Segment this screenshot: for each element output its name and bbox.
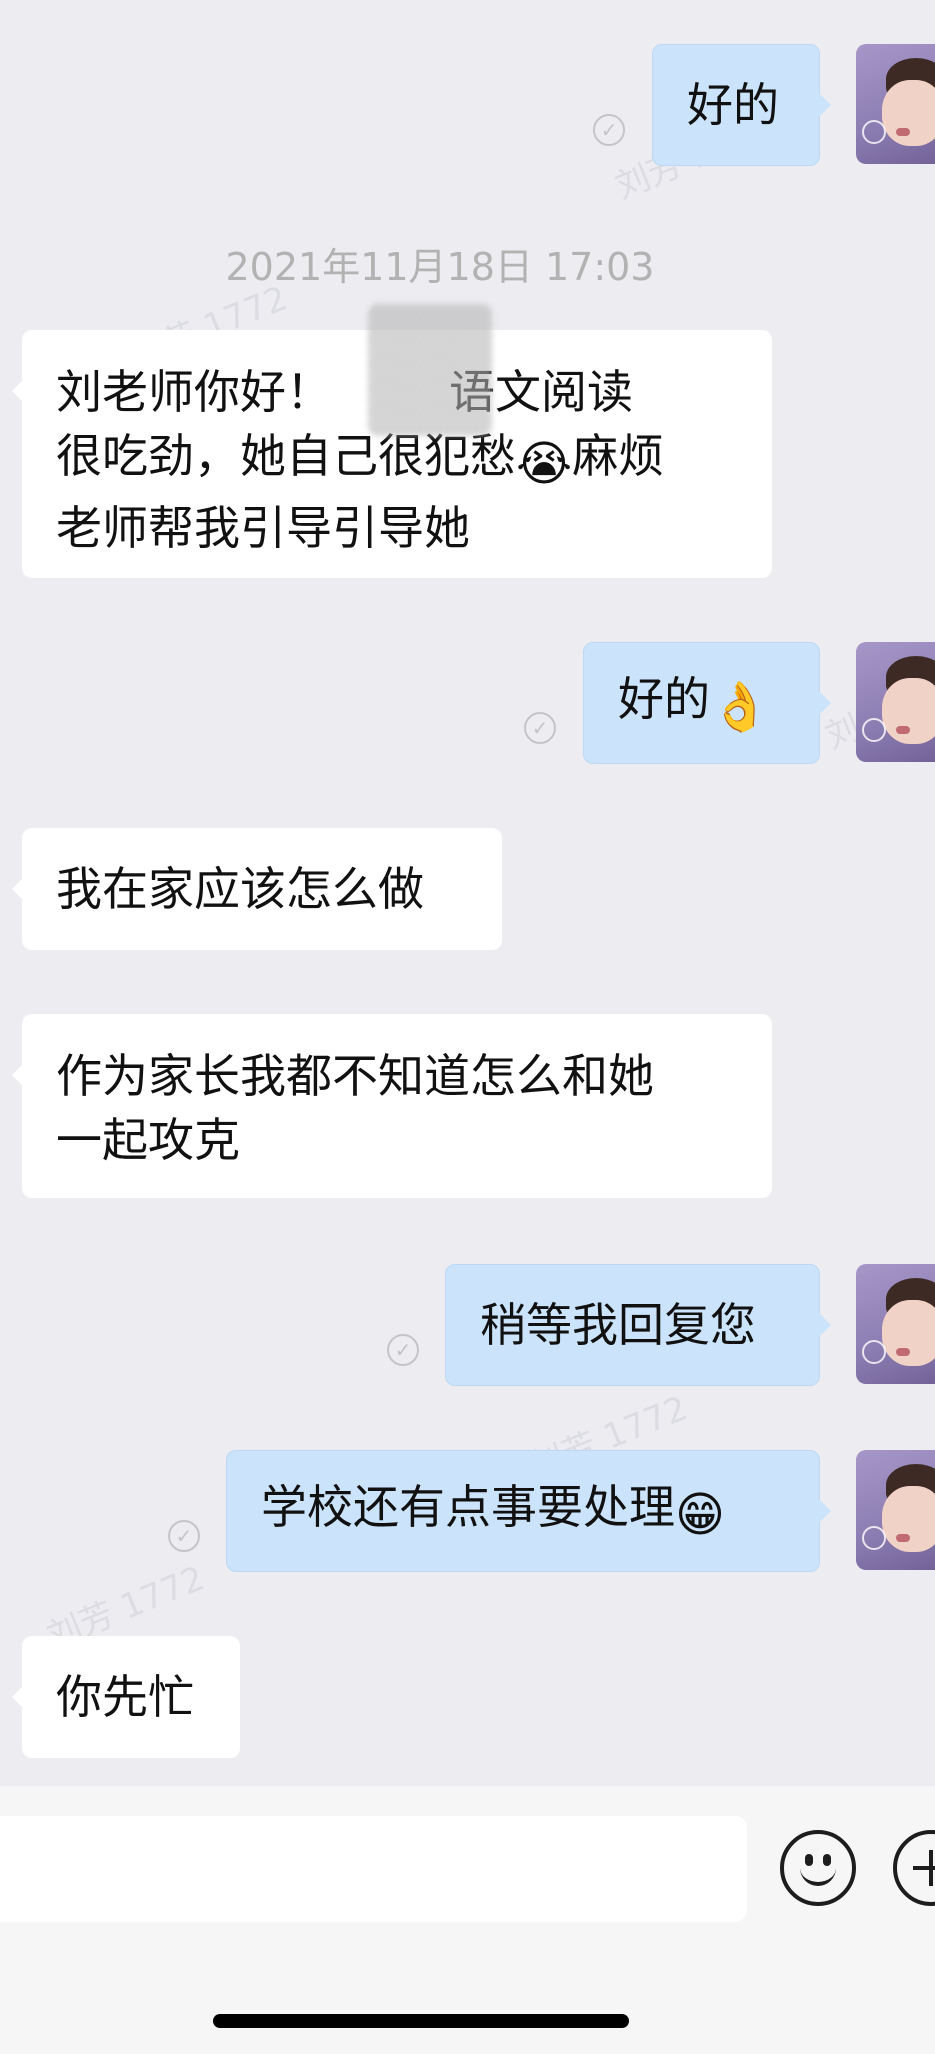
timestamp: 2021年11月18日 17:03 [225, 245, 655, 289]
message-text: 刘老师你好！ 语文阅读 很吃劲，她自己很犯愁😭麻烦 老师帮我引导引导她 [56, 365, 665, 555]
message-bubble-incoming[interactable]: 你先忙 [12, 1636, 240, 1758]
message-input[interactable] [0, 1816, 747, 1922]
avatar[interactable] [856, 44, 935, 164]
message-text: 我在家应该怎么做 [56, 862, 424, 916]
message-bubble-incoming[interactable]: 作为家长我都不知道怎么和她 一起攻克 [12, 1014, 772, 1198]
grinning-emoji-icon: 😁 [675, 1487, 726, 1543]
message-bubble-outgoing[interactable]: 好的 [652, 44, 831, 166]
avatar[interactable] [856, 642, 935, 762]
message-text: 好的👌 [618, 667, 770, 739]
smiley-face-icon[interactable] [780, 1830, 856, 1906]
read-check-icon: ✓ [524, 712, 556, 744]
message-text: 学校还有点事要处理😁 [261, 1475, 725, 1547]
read-check-icon: ✓ [168, 1520, 200, 1552]
message-text: 稍等我回复您 [480, 1298, 756, 1352]
message-bubble-incoming[interactable]: 我在家应该怎么做 [12, 828, 502, 950]
ok-hand-emoji-icon: 👌 [710, 679, 770, 735]
redacted-blur [368, 304, 492, 436]
avatar[interactable] [856, 1264, 935, 1384]
avatar[interactable] [856, 1450, 935, 1570]
crying-emoji-icon: 😭 [516, 436, 573, 492]
message-bubble-outgoing[interactable]: 好的👌 [583, 642, 831, 764]
plus-circle-icon[interactable] [893, 1830, 935, 1906]
message-bubble-outgoing[interactable]: 学校还有点事要处理😁 [226, 1450, 831, 1572]
message-text: 你先忙 [56, 1670, 194, 1724]
read-check-icon: ✓ [593, 114, 625, 146]
message-text: 好的 [687, 78, 779, 132]
chat-area[interactable]: 刘芳 1772 刘芳 1772 刘芳 1772 刘芳 1772 刘芳 1772 … [0, 0, 935, 1786]
home-indicator[interactable] [213, 2014, 629, 2028]
read-check-icon: ✓ [387, 1334, 419, 1366]
message-text: 作为家长我都不知道怎么和她 一起攻克 [56, 1049, 654, 1167]
message-bubble-outgoing[interactable]: 稍等我回复您 [445, 1264, 831, 1386]
